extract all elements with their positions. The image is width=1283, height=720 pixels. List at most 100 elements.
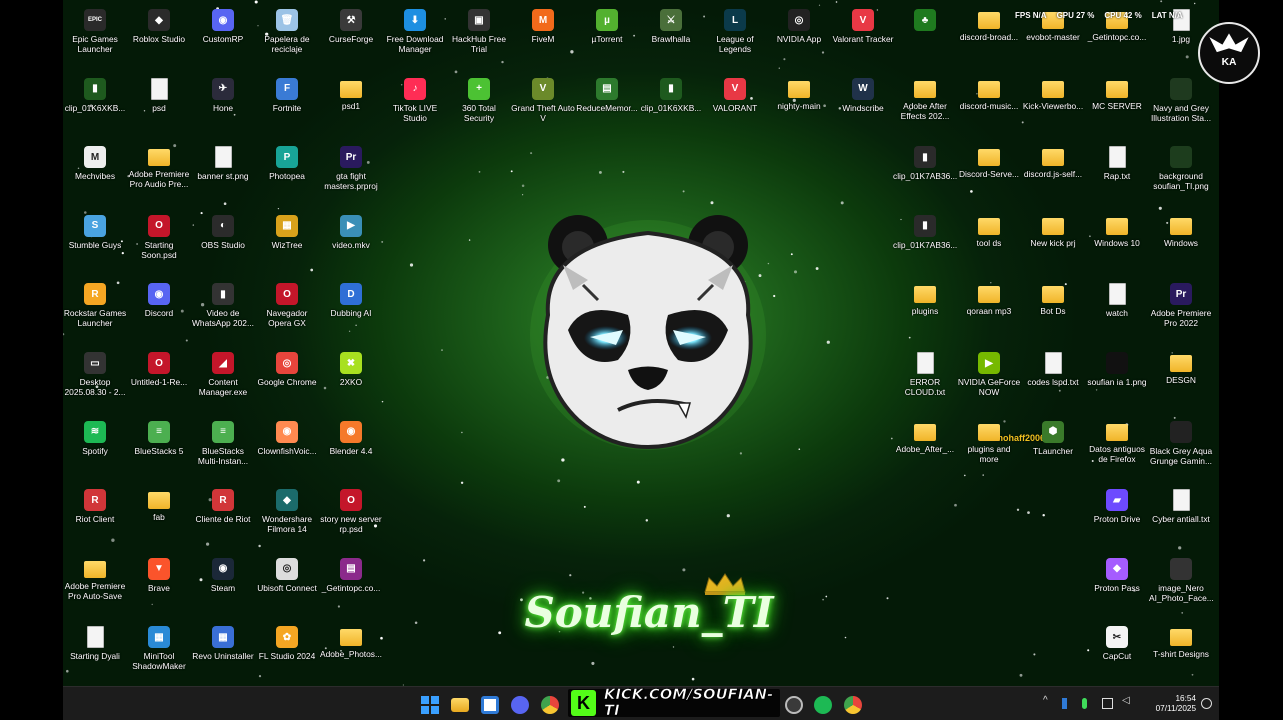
- desktop-icon[interactable]: ✿ FL Studio 2024: [255, 621, 319, 686]
- desktop-icon[interactable]: Rap.txt: [1085, 141, 1149, 209]
- desktop-icon[interactable]: discord-broad...: [957, 4, 1021, 72]
- desktop-icon[interactable]: µ µTorrent: [575, 4, 639, 72]
- desktop-icon[interactable]: ▶ video.mkv: [319, 210, 383, 278]
- desktop-icon[interactable]: Datos antiguos de Firefox: [1085, 416, 1149, 484]
- desktop-icon[interactable]: ✈ Hone: [191, 73, 255, 141]
- desktop-icon[interactable]: psd: [127, 73, 191, 141]
- desktop-icon[interactable]: Pr Adobe Premiere Pro 2022: [1149, 278, 1213, 346]
- desktop-icon[interactable]: R Rockstar Games Launcher: [63, 278, 127, 346]
- desktop-icon[interactable]: discord.js-self...: [1021, 141, 1085, 209]
- chrome-profile-icon[interactable]: [844, 696, 862, 714]
- desktop-icon[interactable]: F Fortnite: [255, 73, 319, 141]
- chevron-up-icon[interactable]: ^: [1043, 695, 1054, 706]
- desktop-icon[interactable]: Adobe_After_...: [893, 416, 957, 484]
- desktop-icon[interactable]: plugins and more: [957, 416, 1021, 484]
- taskbar-clock[interactable]: 16:54 07/11/2025: [1148, 694, 1196, 714]
- desktop-icon[interactable]: fab: [127, 484, 191, 552]
- desktop-icon[interactable]: R Cliente de Riot: [191, 484, 255, 552]
- desktop-icon[interactable]: ▮ Video de WhatsApp 202...: [191, 278, 255, 346]
- desktop-icon[interactable]: tool ds: [957, 210, 1021, 278]
- desktop-icon[interactable]: V Grand Theft Auto V: [511, 73, 575, 141]
- desktop-icon[interactable]: ▮ clip_01K7AB36...: [893, 141, 957, 209]
- desktop-icon[interactable]: ≋ Spotify: [63, 416, 127, 484]
- desktop-icon[interactable]: ≡ BlueStacks 5: [127, 416, 191, 484]
- desktop-icon[interactable]: ▣ HackHub Free Trial: [447, 4, 511, 72]
- microphone-icon[interactable]: [1082, 698, 1087, 709]
- desktop-icon[interactable]: ◎ NVIDIA App: [767, 4, 831, 72]
- obs-icon[interactable]: [785, 696, 803, 714]
- desktop-icon[interactable]: 🗑 Papelera de reciclaje: [255, 4, 319, 72]
- desktop-icon[interactable]: S Stumble Guys: [63, 210, 127, 278]
- desktop-icon[interactable]: ▰ Proton Drive: [1085, 484, 1149, 552]
- discord-icon[interactable]: [511, 696, 529, 714]
- desktop-icon[interactable]: ▦ MiniTool ShadowMaker: [127, 621, 191, 686]
- desktop-icon[interactable]: ▮ clip_01K6XKB...: [639, 73, 703, 141]
- desktop-icon[interactable]: ◢ Content Manager.exe: [191, 347, 255, 415]
- desktop-icon[interactable]: ▤ _Getintopc.co...: [319, 553, 383, 621]
- desktop-icon[interactable]: EPIC Epic Games Launcher: [63, 4, 127, 72]
- desktop-icon[interactable]: codes lspd.txt: [1021, 347, 1085, 415]
- chrome-icon[interactable]: [541, 696, 559, 714]
- desktop-icon[interactable]: psd1: [319, 73, 383, 141]
- desktop-icon[interactable]: Bot Ds: [1021, 278, 1085, 346]
- desktop-icon[interactable]: ✖ 2XKO: [319, 347, 383, 415]
- desktop-icon[interactable]: O Starting Soon.psd: [127, 210, 191, 278]
- desktop-icon[interactable]: MC SERVER: [1085, 73, 1149, 141]
- desktop-icon[interactable]: Windows: [1149, 210, 1213, 278]
- desktop-icon[interactable]: ▦ Revo Uninstaller: [191, 621, 255, 686]
- desktop-icon[interactable]: Discord-Serve...: [957, 141, 1021, 209]
- desktop-icon[interactable]: ▼ Brave: [127, 553, 191, 621]
- desktop-icon[interactable]: background soufian_TI.png: [1149, 141, 1213, 209]
- desktop-icon[interactable]: watch: [1085, 278, 1149, 346]
- desktop-icon[interactable]: banner st.png: [191, 141, 255, 209]
- desktop-icon[interactable]: discord-music...: [957, 73, 1021, 141]
- spotify-icon[interactable]: [814, 696, 832, 714]
- desktop-icon[interactable]: ▮ clip_01K7AB36...: [893, 210, 957, 278]
- desktop-icon[interactable]: ▭ Desktop 2025.08.30 - 2...: [63, 347, 127, 415]
- battery-icon[interactable]: [1062, 698, 1067, 709]
- desktop-icon[interactable]: Navy and Grey Illustration Sta...: [1149, 73, 1213, 141]
- desktop-icon[interactable]: ▦ WizTree: [255, 210, 319, 278]
- desktop-icon[interactable]: qoraan mp3: [957, 278, 1021, 346]
- desktop-icon[interactable]: ▶ NVIDIA GeForce NOW: [957, 347, 1021, 415]
- desktop-icon[interactable]: Kick-Viewerbo...: [1021, 73, 1085, 141]
- desktop-icon[interactable]: D Dubbing AI: [319, 278, 383, 346]
- desktop-icon[interactable]: New kick prj: [1021, 210, 1085, 278]
- desktop-icon[interactable]: ◆ Wondershare Filmora 14: [255, 484, 319, 552]
- desktop-icon[interactable]: ⬇ Free Download Manager: [383, 4, 447, 72]
- desktop-icon[interactable]: +360 Total Security: [447, 73, 511, 141]
- desktop-icon[interactable]: ERROR CLOUD.txt: [893, 347, 957, 415]
- desktop-icon[interactable]: Adobe_Photos...: [319, 621, 383, 686]
- desktop-icon[interactable]: Adobe Premiere Pro Auto-Save: [63, 553, 127, 621]
- desktop-icon[interactable]: O Untitled-1-Re...: [127, 347, 191, 415]
- file-explorer-icon[interactable]: [451, 698, 469, 712]
- desktop-icon[interactable]: nighty-main: [767, 73, 831, 141]
- desktop-icon[interactable]: ✂ CapCut: [1085, 621, 1149, 686]
- desktop-icon[interactable]: ≡ BlueStacks Multi-Instan...: [191, 416, 255, 484]
- desktop-icon[interactable]: R Riot Client: [63, 484, 127, 552]
- desktop-icon[interactable]: Black Grey Aqua Grunge Gamin...: [1149, 416, 1213, 484]
- desktop-icon[interactable]: V VALORANT: [703, 73, 767, 141]
- desktop[interactable]: Soufian_TI mohaff2006 EPIC Epic Games Lau…: [63, 0, 1219, 686]
- desktop-icon[interactable]: Adobe After Effects 202...: [893, 73, 957, 141]
- desktop-icon[interactable]: ▤ ReduceMemor...: [575, 73, 639, 141]
- desktop-icon[interactable]: ⬢ TLauncher: [1021, 416, 1085, 484]
- desktop-icon[interactable]: Adobe Premiere Pro Audio Pre...: [127, 141, 191, 209]
- desktop-icon[interactable]: ◉ CustomRP: [191, 4, 255, 72]
- network-icon[interactable]: [1102, 698, 1113, 709]
- desktop-icon[interactable]: ◉ ClownfishVoic...: [255, 416, 319, 484]
- desktop-icon[interactable]: ◉ Blender 4.4: [319, 416, 383, 484]
- desktop-icon[interactable]: plugins: [893, 278, 957, 346]
- desktop-icon[interactable]: P Photopea: [255, 141, 319, 209]
- notification-icon[interactable]: [1201, 698, 1212, 709]
- desktop-icon[interactable]: ◎ Ubisoft Connect: [255, 553, 319, 621]
- desktop-icon[interactable]: ◐ OBS Studio: [191, 210, 255, 278]
- desktop-icon[interactable]: T-shirt Designs: [1149, 621, 1213, 686]
- desktop-icon[interactable]: ◆ Proton Pass: [1085, 553, 1149, 621]
- desktop-icon[interactable]: image_Nero AI_Photo_Face...: [1149, 553, 1213, 621]
- desktop-icon[interactable]: Cyber antiall.txt: [1149, 484, 1213, 552]
- desktop-icon[interactable]: ◉ Steam: [191, 553, 255, 621]
- desktop-icon[interactable]: M FiveM: [511, 4, 575, 72]
- volume-icon[interactable]: ◁: [1122, 695, 1133, 706]
- desktop-icon[interactable]: soufian ia 1.png: [1085, 347, 1149, 415]
